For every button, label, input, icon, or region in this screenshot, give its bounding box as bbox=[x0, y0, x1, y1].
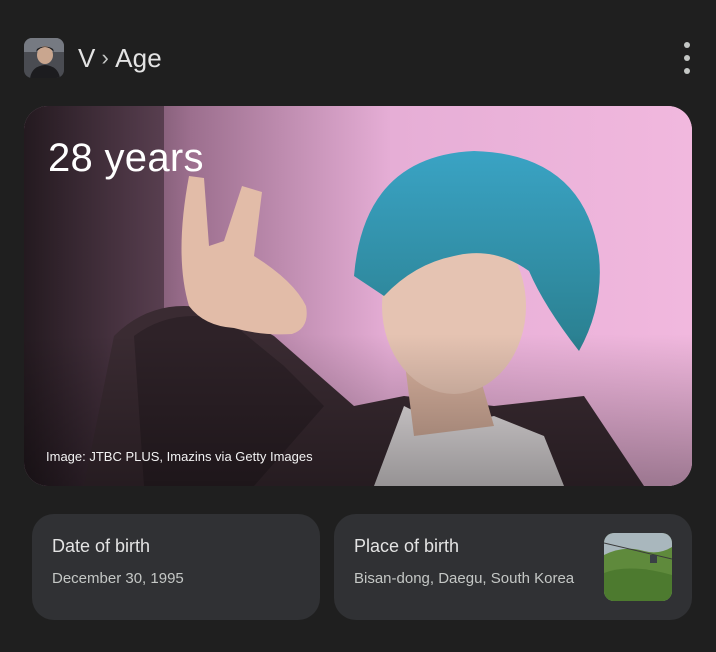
age-value: 28 years bbox=[48, 136, 204, 180]
card-value: Bisan-dong, Daegu, South Korea bbox=[354, 570, 575, 587]
more-dot bbox=[684, 55, 690, 61]
image-credit: Image: JTBC PLUS, Imazins via Getty Imag… bbox=[46, 449, 313, 464]
panel-header: V › Age bbox=[24, 38, 692, 78]
more-vert-icon[interactable] bbox=[682, 42, 692, 74]
card-title: Date of birth bbox=[52, 536, 151, 556]
breadcrumb: V › Age bbox=[78, 43, 162, 74]
place-thumbnail[interactable] bbox=[604, 533, 672, 601]
breadcrumb-entity[interactable]: V bbox=[78, 43, 96, 74]
place-of-birth-card[interactable]: Place of birth Bisan-dong, Daegu, South … bbox=[334, 514, 692, 620]
entity-avatar[interactable] bbox=[24, 38, 64, 78]
hero-image-card[interactable]: 28 years Image: JTBC PLUS, Imazins via G… bbox=[24, 106, 692, 486]
breadcrumb-separator: › bbox=[101, 45, 110, 70]
more-dot bbox=[684, 68, 690, 74]
knowledge-panel: V › Age 28 years Image: JTBC PLUS, Imazi… bbox=[0, 0, 716, 652]
date-of-birth-card[interactable]: Date of birth December 30, 1995 bbox=[32, 514, 320, 620]
card-value: December 30, 1995 bbox=[52, 570, 184, 587]
more-dot bbox=[684, 42, 690, 48]
breadcrumb-attribute: Age bbox=[115, 42, 162, 73]
card-title: Place of birth bbox=[354, 536, 460, 556]
